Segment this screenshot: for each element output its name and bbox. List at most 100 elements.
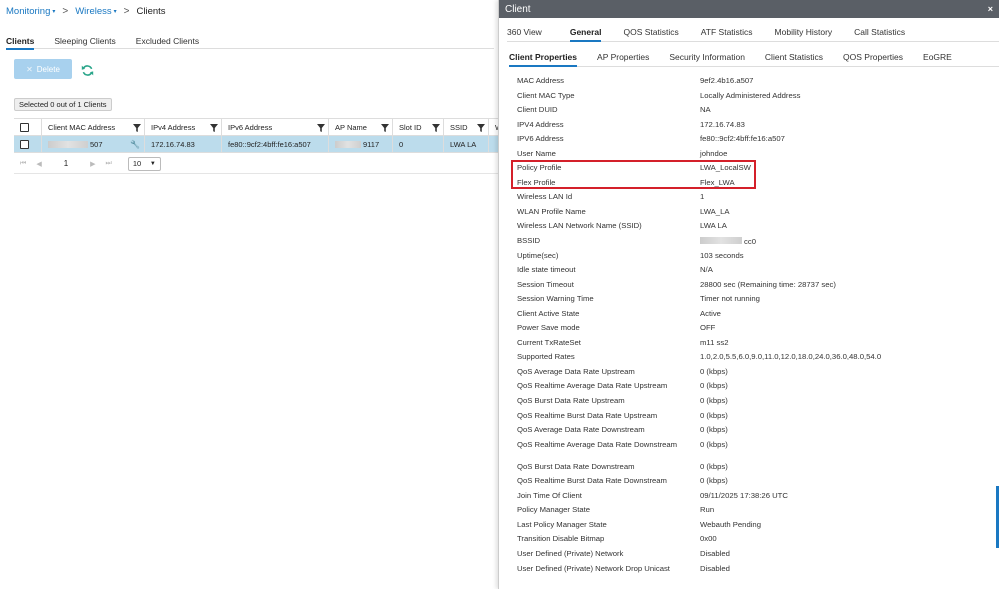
property-value: 0 (kbps) (700, 381, 728, 391)
property-label: QoS Average Data Rate Downstream (517, 425, 645, 435)
breadcrumb-monitoring[interactable]: Monitoring ▾ (6, 6, 55, 17)
property-value: NA (700, 105, 711, 115)
caret-down-icon: ▾ (113, 9, 117, 15)
column-header[interactable]: Client MAC Address (42, 119, 145, 135)
caret-down-icon: ▼ (149, 160, 156, 167)
property-value: 1.0,2.0,5.5,6.0,9.0,11.0,12.0,18.0,24.0,… (700, 352, 882, 362)
clients-tabs: Clients Sleeping Clients Excluded Client… (6, 32, 494, 50)
table-row[interactable]: 507 🔧 172.16.74.83 fe80::9cf2:4bff:fe16:… (14, 136, 498, 153)
property-value: Webauth Pending (700, 519, 761, 529)
column-header[interactable]: IPv6 Address (222, 119, 329, 135)
caret-down-icon: ▾ (52, 9, 56, 15)
subtab-qos-properties[interactable]: QOS Properties (843, 47, 903, 66)
column-header[interactable]: Slot ID (393, 119, 444, 135)
subtab-security-information[interactable]: Security Information (669, 47, 745, 66)
tab-qos-statistics[interactable]: QOS Statistics (623, 22, 678, 41)
delete-button[interactable]: ✕ Delete (14, 59, 72, 79)
cell-mac: 507 🔧 (42, 136, 145, 152)
column-header[interactable]: W (489, 119, 498, 135)
property-row: IPV4 Address 172.16.74.83 (517, 118, 999, 133)
breadcrumb-current: Clients (136, 6, 166, 17)
subtab-client-properties[interactable]: Client Properties (509, 47, 578, 67)
subtab-client-statistics[interactable]: Client Statistics (765, 47, 823, 66)
tab-atf-statistics[interactable]: ATF Statistics (701, 22, 753, 41)
column-header[interactable]: SSID (444, 119, 489, 135)
property-label: User Defined (Private) Network Drop Unic… (517, 563, 670, 573)
property-label: Flex Profile (517, 177, 556, 187)
tab-call-statistics[interactable]: Call Statistics (854, 22, 905, 41)
breadcrumb: Monitoring ▾ > Wireless ▾ > Clients (6, 6, 166, 17)
select-all-checkbox[interactable] (20, 122, 29, 132)
property-row: Uptime(sec) 103 seconds (517, 249, 999, 264)
redacted-block (48, 140, 88, 148)
wrench-icon[interactable]: 🔧 (130, 140, 140, 149)
property-label: Policy Manager State (517, 505, 591, 515)
subtab-ap-properties[interactable]: AP Properties (597, 47, 649, 66)
cell-slot-id: 0 (393, 136, 444, 152)
property-label: Uptime(sec) (517, 250, 559, 260)
property-label: Session Warning Time (517, 294, 594, 304)
property-label: QoS Realtime Burst Data Rate Upstream (517, 410, 658, 420)
breadcrumb-wireless[interactable]: Wireless ▾ (75, 6, 116, 17)
breadcrumb-wireless-label: Wireless (75, 6, 112, 17)
property-label: QoS Realtime Average Data Rate Downstrea… (517, 439, 678, 449)
property-value: Active (700, 308, 721, 318)
current-page[interactable]: 1 (64, 159, 68, 168)
filter-icon[interactable] (133, 124, 141, 132)
client-detail-panel: Client × 360 View General QOS Statistics… (498, 0, 999, 589)
column-header[interactable]: AP Name (329, 119, 393, 135)
select-all-cell (14, 119, 42, 135)
column-header-label: Slot ID (399, 122, 422, 132)
column-header[interactable]: IPv4 Address (145, 119, 222, 135)
tab-general[interactable]: General (569, 22, 601, 42)
tab-mobility-history[interactable]: Mobility History (775, 22, 833, 41)
cell-ap-name: 9117 (329, 136, 393, 152)
property-row: Current TxRateSet m11 ss2 (517, 336, 999, 351)
close-icon: ✕ (26, 64, 33, 74)
property-value: Locally Administered Address (700, 90, 801, 100)
filter-icon[interactable] (317, 124, 325, 132)
property-row: Flex Profile Flex_LWA (517, 176, 999, 191)
property-value: Disabled (700, 563, 730, 573)
property-label: MAC Address (517, 76, 564, 85)
property-value: LWA_LA (700, 206, 730, 216)
column-header-label: IPv4 Address (151, 122, 196, 132)
tab-clients[interactable]: Clients (6, 32, 35, 50)
next-page-icon[interactable]: ▶ (90, 160, 95, 168)
filter-icon[interactable] (381, 124, 389, 132)
last-page-icon[interactable]: ⏭ (106, 160, 112, 168)
property-label: IPV6 Address (517, 134, 564, 144)
property-label: Session Timeout (517, 279, 574, 289)
subtab-eogre[interactable]: EoGRE (923, 47, 952, 66)
filter-icon[interactable] (210, 124, 218, 132)
page-size-select[interactable]: 10 ▼ (127, 156, 161, 171)
close-icon[interactable]: × (988, 4, 993, 14)
property-label: Last Policy Manager State (517, 519, 607, 529)
selection-count: Selected 0 out of 1 Clients (14, 98, 112, 111)
property-label: Idle state timeout (517, 265, 576, 275)
property-value: Disabled (700, 548, 730, 558)
property-label: BSSID (517, 236, 541, 246)
property-row: Policy Profile LWA_LocalSW (517, 161, 999, 176)
filter-icon[interactable] (432, 124, 440, 132)
property-row: Power Save mode OFF (517, 321, 999, 336)
tab-360-view[interactable]: 360 View (507, 22, 542, 41)
property-row: QoS Burst Data Rate Upstream 0 (kbps) (517, 394, 999, 409)
page-size-value: 10 (132, 159, 142, 168)
property-value: johndoe (700, 148, 728, 158)
cell-mac-value: 507 (90, 139, 103, 149)
breadcrumb-monitoring-label: Monitoring (6, 6, 51, 17)
first-page-icon[interactable]: ⏮ (20, 160, 26, 168)
property-label: IPV4 Address (517, 119, 564, 129)
property-label: Policy Profile (517, 163, 562, 173)
tab-sleeping-clients[interactable]: Sleeping Clients (54, 32, 115, 49)
property-row: Wireless LAN Id 1 (517, 190, 999, 205)
prev-page-icon[interactable]: ◀ (36, 160, 41, 168)
property-row: Session Timeout 28800 sec (Remaining time… (517, 278, 999, 293)
filter-icon[interactable] (477, 124, 485, 132)
refresh-icon[interactable] (81, 64, 94, 77)
row-checkbox[interactable] (20, 139, 29, 149)
property-row: Last Policy Manager State Webauth Pending (517, 518, 999, 533)
property-value: 28800 sec (Remaining time: 28737 sec) (700, 279, 836, 289)
tab-excluded-clients[interactable]: Excluded Clients (136, 32, 199, 49)
